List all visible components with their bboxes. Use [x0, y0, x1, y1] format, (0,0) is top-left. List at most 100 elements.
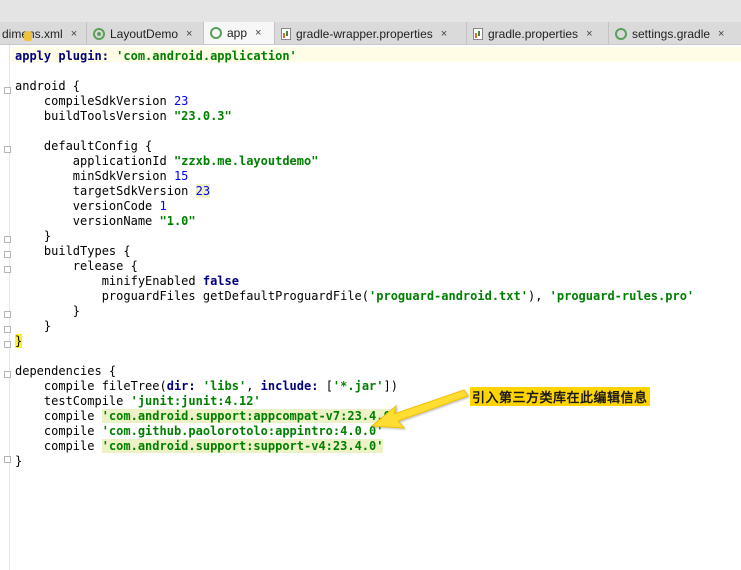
fold-marker-icon[interactable]	[4, 326, 11, 333]
code-string: "1.0"	[159, 214, 196, 228]
tab-label: LayoutDemo	[110, 26, 179, 41]
code-line: testCompile 'junit:junit:4.12'	[15, 394, 261, 409]
tab-app[interactable]: app ×	[204, 22, 275, 44]
code-line: versionCode 1	[15, 199, 167, 214]
code-token: apply plugin:	[15, 49, 117, 63]
code-token: compile	[15, 424, 102, 438]
code-line: }	[15, 304, 81, 318]
code-token: proguardFiles getDefaultProguardFile(	[15, 289, 370, 303]
code-line: }	[15, 334, 23, 349]
editor-tab-bar: dimens.xml × LayoutDemo × app × gradle-w…	[0, 0, 741, 45]
code-number: 1	[159, 199, 167, 213]
code-token: compile	[15, 439, 102, 453]
lightbulb-icon[interactable]	[24, 31, 32, 41]
close-icon[interactable]: ×	[71, 28, 77, 40]
tab-label: gradle.properties	[488, 26, 579, 41]
fold-marker-icon[interactable]	[4, 266, 11, 273]
code-keyword: dir:	[166, 379, 203, 393]
code-number: 15	[173, 169, 189, 183]
code-line: buildTypes {	[15, 244, 131, 258]
code-token: applicationId	[15, 154, 174, 168]
code-string: 'com.android.support:appcompat-v7:23.4.0…	[101, 409, 398, 423]
code-line: proguardFiles getDefaultProguardFile('pr…	[15, 289, 694, 304]
code-string: "zzxb.me.layoutdemo"	[173, 154, 319, 168]
fold-marker-icon[interactable]	[4, 236, 11, 243]
fold-marker-icon[interactable]	[4, 456, 11, 463]
code-line: }	[15, 454, 23, 468]
tab-gradle-properties[interactable]: gradle.properties ×	[467, 22, 609, 44]
code-line: release {	[15, 259, 138, 273]
tab-label: app	[227, 26, 248, 40]
code-token: testCompile	[15, 394, 131, 408]
code-token: compileSdkVersion	[15, 94, 174, 108]
code-string: 'junit:junit:4.12'	[130, 394, 261, 408]
tab-label: settings.gradle	[632, 26, 711, 41]
tab-label: gradle-wrapper.properties	[296, 26, 433, 41]
code-line: }	[15, 319, 52, 333]
annotation-arrow	[370, 389, 469, 429]
code-line: compile 'com.android.support:support-v4:…	[15, 439, 384, 454]
annotation-label: 引入第三方类库在此编辑信息	[470, 387, 650, 406]
gradle-module-icon	[210, 27, 222, 39]
code-token: ,	[246, 379, 261, 393]
code-line: compile 'com.android.support:appcompat-v…	[15, 409, 398, 424]
tab-dimens-xml[interactable]: dimens.xml ×	[0, 22, 87, 44]
code-token: compile	[15, 409, 102, 423]
code-line: minifyEnabled false	[15, 274, 239, 289]
code-string: 'com.android.application'	[116, 49, 297, 63]
fold-marker-icon[interactable]	[4, 311, 11, 318]
code-line: compile 'com.github.paolorotolo:appintro…	[15, 424, 384, 439]
properties-file-icon	[281, 27, 291, 40]
code-editor[interactable]: apply plugin: 'com.android.application' …	[0, 31, 741, 570]
code-line: versionName "1.0"	[15, 214, 196, 229]
tab-layoutdemo[interactable]: LayoutDemo ×	[87, 22, 204, 44]
android-module-icon	[93, 27, 105, 40]
code-token: targetSdkVersion	[15, 184, 196, 198]
code-line: dependencies {	[15, 364, 117, 378]
fold-marker-icon[interactable]	[4, 251, 11, 258]
close-icon[interactable]: ×	[586, 28, 592, 40]
code-string: 'proguard-rules.pro'	[549, 289, 695, 303]
code-token: minifyEnabled	[15, 274, 203, 288]
gradle-module-icon	[615, 27, 627, 40]
code-string: 'proguard-android.txt'	[369, 289, 528, 303]
code-line: buildToolsVersion "23.0.3"	[15, 109, 232, 124]
code-string: 'com.github.paolorotolo:appintro:4.0.0'	[101, 424, 384, 438]
close-icon[interactable]: ×	[186, 28, 192, 40]
fold-marker-icon[interactable]	[4, 341, 11, 348]
code-line: defaultConfig {	[15, 139, 153, 153]
tab-settings-gradle[interactable]: settings.gradle ×	[609, 22, 741, 44]
code-keyword: include:	[260, 379, 326, 393]
code-string: 'com.android.support:support-v4:23.4.0'	[101, 439, 384, 453]
tab-label: dimens.xml	[2, 26, 63, 41]
close-icon[interactable]: ×	[441, 28, 447, 40]
code-token: versionName	[15, 214, 160, 228]
code-number: 23	[195, 184, 211, 198]
fold-marker-icon[interactable]	[4, 87, 11, 94]
close-icon[interactable]: ×	[255, 27, 261, 39]
code-line: }	[15, 229, 52, 243]
fold-marker-icon[interactable]	[4, 146, 11, 153]
code-token: minSdkVersion	[15, 169, 174, 183]
code-line: minSdkVersion 15	[15, 169, 189, 184]
code-token: buildToolsVersion	[15, 109, 174, 123]
code-token: compile fileTree(	[15, 379, 167, 393]
code-token: ),	[527, 289, 550, 303]
code-line: applicationId "zzxb.me.layoutdemo"	[15, 154, 319, 169]
code-line: apply plugin: 'com.android.application'	[15, 49, 297, 64]
code-keyword: false	[202, 274, 239, 288]
code-string: "23.0.3"	[173, 109, 232, 123]
code-token: versionCode	[15, 199, 160, 213]
fold-marker-icon[interactable]	[4, 371, 11, 378]
code-line: compile fileTree(dir: 'libs', include: […	[15, 379, 398, 394]
code-string: 'libs'	[202, 379, 247, 393]
tab-gradle-wrapper-properties[interactable]: gradle-wrapper.properties ×	[275, 22, 467, 44]
close-icon[interactable]: ×	[718, 28, 724, 40]
code-line: compileSdkVersion 23	[15, 94, 189, 109]
code-number: 23	[173, 94, 189, 108]
properties-file-icon	[473, 27, 483, 40]
code-line: targetSdkVersion 23	[15, 184, 211, 199]
code-line: android {	[15, 79, 81, 93]
gutter	[9, 45, 10, 570]
code-token: [	[325, 379, 333, 393]
